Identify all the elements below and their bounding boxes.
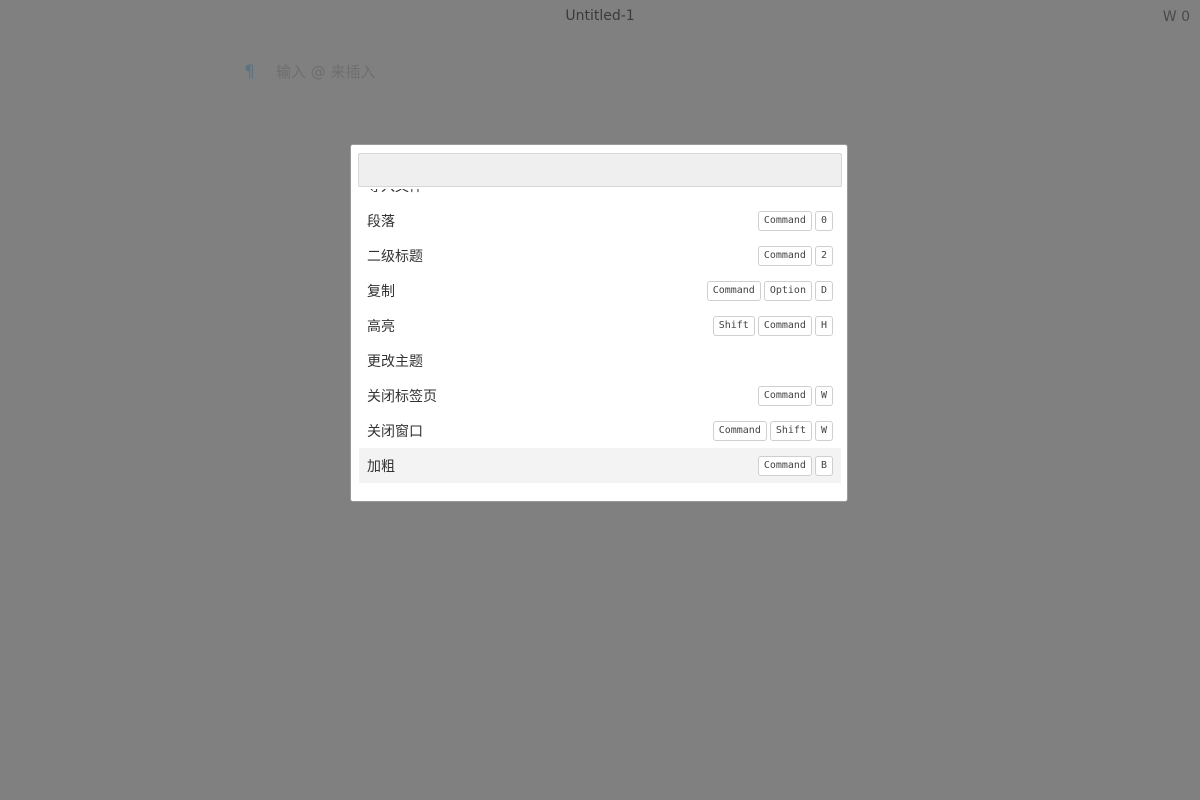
shortcut-key: Command xyxy=(757,245,812,266)
shortcut-key: Shift xyxy=(769,420,812,441)
paragraph-icon: ¶ xyxy=(244,62,255,82)
shortcut-key: Option xyxy=(763,280,812,301)
app-window: Untitled-1 W 0 ¶ 输入 @ 来插入 导入文件段落Command0… xyxy=(0,0,1200,800)
command-list-content: 导入文件段落Command0二级标题Command2复制CommandOptio… xyxy=(359,189,841,483)
command-item[interactable]: 关闭标签页 Command W xyxy=(359,378,841,413)
word-count[interactable]: W 0 xyxy=(1163,7,1190,27)
shortcut-key: Command xyxy=(706,280,761,301)
command-item-label: 关闭标签页 xyxy=(367,388,437,405)
command-item-label: 复制 xyxy=(367,283,395,300)
command-item[interactable]: 复制 Command Option D xyxy=(359,273,841,308)
command-item[interactable]: 更改主题 xyxy=(359,343,841,378)
shortcut-key: W xyxy=(814,385,833,406)
shortcut-key: H xyxy=(814,315,833,336)
command-item[interactable]: 段落 Command 0 xyxy=(359,203,841,238)
shortcut-key: Command xyxy=(757,315,812,336)
command-item-label: 导入文件 xyxy=(367,189,423,196)
command-list[interactable]: 导入文件段落Command0二级标题Command2复制CommandOptio… xyxy=(359,189,841,495)
command-item[interactable]: 加粗 Command B xyxy=(359,448,841,483)
command-item-label: 高亮 xyxy=(367,318,395,335)
shortcut-key: Command xyxy=(757,385,812,406)
keyboard-shortcut: Command 0 xyxy=(757,210,833,231)
command-item-label: 更改主题 xyxy=(367,353,423,370)
shortcut-key: B xyxy=(814,455,833,476)
command-item[interactable]: 关闭窗口 Command Shift W xyxy=(359,413,841,448)
shortcut-key: W xyxy=(814,420,833,441)
keyboard-shortcut: Command Shift W xyxy=(712,420,833,441)
command-item[interactable]: 二级标题 Command 2 xyxy=(359,238,841,273)
keyboard-shortcut: Command Option D xyxy=(706,280,833,301)
shortcut-key: Shift xyxy=(712,315,755,336)
keyboard-shortcut: Command 2 xyxy=(757,245,833,266)
shortcut-key: 0 xyxy=(814,210,833,231)
command-item[interactable]: 高亮 Shift Command H xyxy=(359,308,841,343)
shortcut-key: Command xyxy=(712,420,767,441)
command-item-label: 加粗 xyxy=(367,458,395,475)
shortcut-key: Command xyxy=(757,455,812,476)
editor-placeholder: 输入 @ 来插入 xyxy=(276,63,376,81)
shortcut-key: D xyxy=(814,280,833,301)
command-item-label: 二级标题 xyxy=(367,248,423,265)
command-item-label: 关闭窗口 xyxy=(367,423,423,440)
editor-empty-line[interactable]: ¶ 输入 @ 来插入 xyxy=(244,61,376,83)
command-item-label: 段落 xyxy=(367,213,395,230)
keyboard-shortcut: Command B xyxy=(757,455,833,476)
command-palette: 导入文件段落Command0二级标题Command2复制CommandOptio… xyxy=(350,144,848,502)
shortcut-key: Command xyxy=(757,210,812,231)
shortcut-key: 2 xyxy=(814,245,833,266)
command-search-input[interactable] xyxy=(358,153,842,187)
keyboard-shortcut: Command W xyxy=(757,385,833,406)
command-item[interactable]: 导入文件 xyxy=(359,189,841,203)
keyboard-shortcut: Shift Command H xyxy=(712,315,833,336)
document-title: Untitled-1 xyxy=(565,8,635,24)
